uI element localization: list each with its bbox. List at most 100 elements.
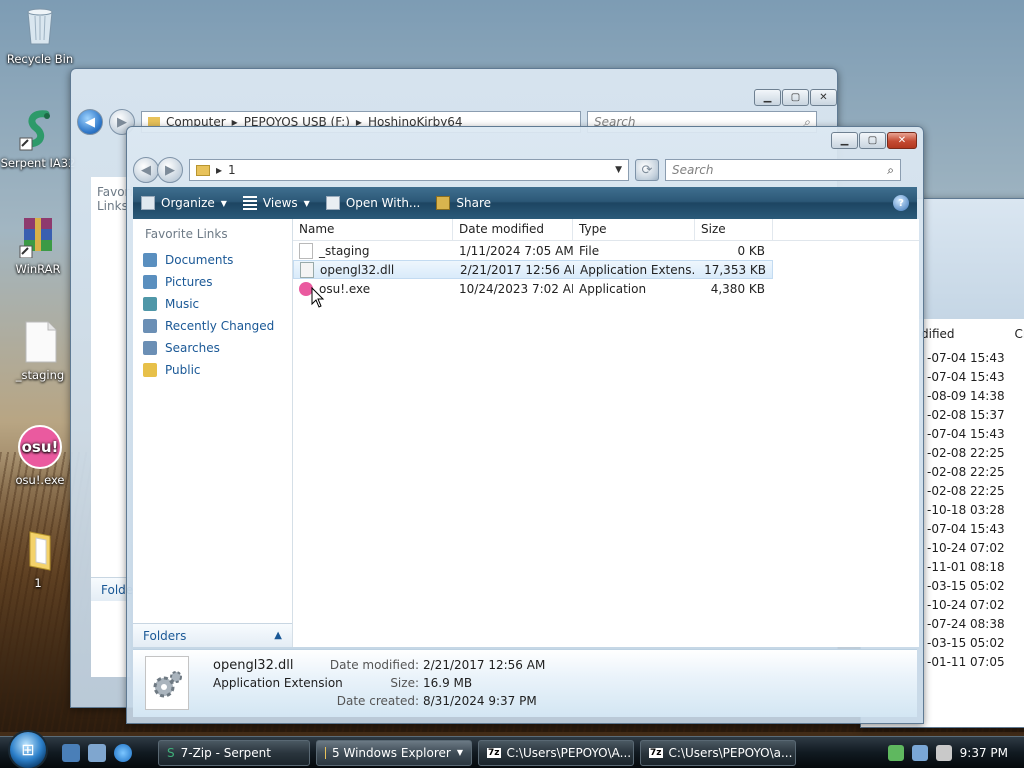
taskbar-button-7zip-path-2[interactable]: 7z C:\Users\PEPOYO\a... [640, 739, 796, 766]
help-icon[interactable]: ? [893, 195, 909, 211]
column-header-size[interactable]: Size [695, 219, 773, 240]
dll-gear-icon [145, 656, 189, 710]
file-date-modified: 10/24/2023 7:02 AM [459, 281, 573, 296]
desktop-icon-label: 1 [34, 576, 42, 590]
minimize-button[interactable]: ▁ [754, 89, 781, 106]
column-header-name[interactable]: Name [293, 219, 453, 240]
sidebar-item-music[interactable]: Music [133, 293, 292, 315]
refresh-icon[interactable]: ⟳ [635, 159, 659, 181]
desktop-icon-winrar[interactable]: WinRAR [0, 214, 76, 276]
address-dropdown-icon[interactable]: ▼ [615, 165, 622, 175]
desktop-icon-staging[interactable]: _staging [2, 320, 78, 382]
breadcrumb-current[interactable]: 1 [228, 163, 236, 177]
sidebar-item-searches[interactable]: Searches [133, 337, 292, 359]
clock[interactable]: 9:37 PM [960, 746, 1008, 760]
address-bar[interactable]: ▸ 1 ▼ [189, 159, 629, 181]
internet-explorer-icon[interactable] [114, 743, 132, 762]
folders-toggle[interactable]: Folders [91, 577, 144, 601]
background-date-cell: -10-24 07:02 [927, 598, 1005, 612]
search-icon[interactable]: ⌕ [887, 163, 894, 178]
back-arrow-icon[interactable]: ◀ [77, 109, 103, 135]
chevron-down-icon: ▼ [220, 198, 227, 208]
recycle-bin-icon [18, 4, 62, 48]
open-with-button[interactable]: Open With... [325, 196, 420, 210]
sidebar-item-pictures[interactable]: Pictures [133, 271, 292, 293]
close-button[interactable]: ✕ [810, 89, 837, 106]
share-icon [436, 196, 451, 210]
file-rows: _staging 1/11/2024 7:05 AM File 0 KB opengl3… [293, 241, 919, 298]
background-date-cell: -08-09 14:38 [927, 389, 1005, 403]
file-name-label: _staging [319, 243, 370, 258]
dll-icon [300, 261, 314, 278]
folders-toggle[interactable]: Folders ▲ [133, 623, 292, 647]
taskbar-button-7zip[interactable]: S 7-Zip - Serpent [158, 739, 310, 766]
file-row[interactable]: opengl32.dll 2/21/2017 12:56 AM Applicatio… [293, 260, 773, 279]
background-date-cell: -07-04 15:43 [927, 522, 1005, 536]
sidebar-item-public[interactable]: Public [133, 359, 292, 381]
file-row[interactable]: _staging 1/11/2024 7:05 AM File 0 KB [293, 241, 773, 260]
column-header-type[interactable]: Type [573, 219, 695, 240]
details-created-label: Date created: [336, 694, 419, 708]
desktop-icon-folder-1[interactable]: 1 [0, 528, 76, 590]
show-desktop-icon[interactable] [62, 743, 80, 762]
explorer-window[interactable]: ▁ ▢ ✕ ◀ ▶ ▸ 1 ▼ ⟳ Search ⌕ Organize ▼ Vi… [126, 126, 924, 724]
desktop-icon-osu[interactable]: osu! osu!.exe [2, 425, 78, 487]
views-button[interactable]: Views ▼ [242, 196, 310, 210]
folder-icon [325, 746, 327, 759]
folders-label: Folders [143, 628, 187, 643]
taskbar-button-7zip-path-1[interactable]: 7z C:\Users\PEPOYO\A... [478, 739, 634, 766]
column-header-date-created[interactable]: Crea [1015, 327, 1024, 341]
share-button[interactable]: Share [436, 196, 491, 210]
file-type: Application [579, 281, 647, 296]
back-arrow-icon[interactable]: ◀ [133, 157, 159, 183]
recently-changed-icon [143, 319, 157, 333]
osu-icon: osu! [18, 425, 62, 469]
volume-muted-icon[interactable] [935, 744, 952, 761]
background-date-cell: -01-11 07:05 [927, 655, 1005, 669]
task-label: C:\Users\PEPOYO\a... [668, 745, 793, 760]
share-label: Share [456, 196, 492, 210]
column-header-date-modified[interactable]: Date modified [453, 219, 573, 240]
switch-windows-icon[interactable] [88, 743, 106, 762]
maximize-button[interactable]: ▢ [782, 89, 809, 106]
sidebar-item-documents[interactable]: Documents [133, 249, 292, 271]
start-button[interactable]: ⊞ [8, 729, 48, 768]
caption-buttons: ▁ ▢ ✕ [831, 132, 917, 149]
details-created-value: 8/31/2024 9:37 PM [423, 694, 537, 708]
background-date-cell: -10-24 07:02 [927, 541, 1005, 555]
sidebar-item-label: Recently Changed [165, 319, 275, 333]
favorite-links-title: Favorite Links [97, 185, 145, 213]
sidebar-item-label: Music [165, 297, 200, 311]
column-header-date-modified[interactable]: dified [921, 327, 955, 341]
taskbar-button-windows-explorer[interactable]: 5 Windows Explorer ▼ [316, 739, 472, 766]
serpent-icon: S [167, 745, 175, 760]
taskbar: ⊞ S 7-Zip - Serpent 5 Windows Explorer ▼… [0, 729, 1024, 768]
pictures-icon [143, 275, 157, 289]
osu-badge-text: osu! [21, 438, 59, 456]
favorite-links-title: Favorite Links [145, 227, 228, 241]
desktop-icon-serpent[interactable]: Serpent IA32 [0, 108, 76, 170]
sidebar-item-recently-changed[interactable]: Recently Changed [133, 315, 292, 337]
file-date-modified: 1/11/2024 7:05 AM [459, 243, 573, 258]
maximize-button[interactable]: ▢ [859, 132, 886, 149]
file-list-header: Name Date modified Type Size [293, 219, 919, 241]
file-name: opengl32.dll [294, 261, 454, 278]
forward-arrow-icon[interactable]: ▶ [157, 157, 183, 183]
background-date-cell: -02-08 22:25 [927, 484, 1005, 498]
details-pane: opengl32.dll Application Extension Date … [133, 649, 917, 717]
file-name-label: opengl32.dll [320, 262, 395, 277]
file-icon [18, 320, 62, 364]
file-row[interactable]: osu!.exe 10/24/2023 7:02 AM Application 4,3… [293, 279, 773, 298]
background-date-cell: -03-15 05:02 [927, 636, 1005, 650]
safely-remove-icon[interactable] [887, 744, 904, 761]
details-modified-label: Date modified: [329, 658, 419, 672]
organize-label: Organize [161, 196, 215, 210]
search-input[interactable]: Search ⌕ [665, 159, 901, 181]
close-button[interactable]: ✕ [887, 132, 917, 149]
minimize-button[interactable]: ▁ [831, 132, 858, 149]
desktop-icon-recycle-bin[interactable]: Recycle Bin [2, 4, 78, 66]
organize-button[interactable]: Organize ▼ [141, 196, 227, 210]
desktop-icon-label: osu!.exe [15, 473, 65, 487]
network-icon[interactable] [911, 744, 928, 761]
back-window-caption-buttons: ▁ ▢ ✕ [754, 89, 837, 106]
